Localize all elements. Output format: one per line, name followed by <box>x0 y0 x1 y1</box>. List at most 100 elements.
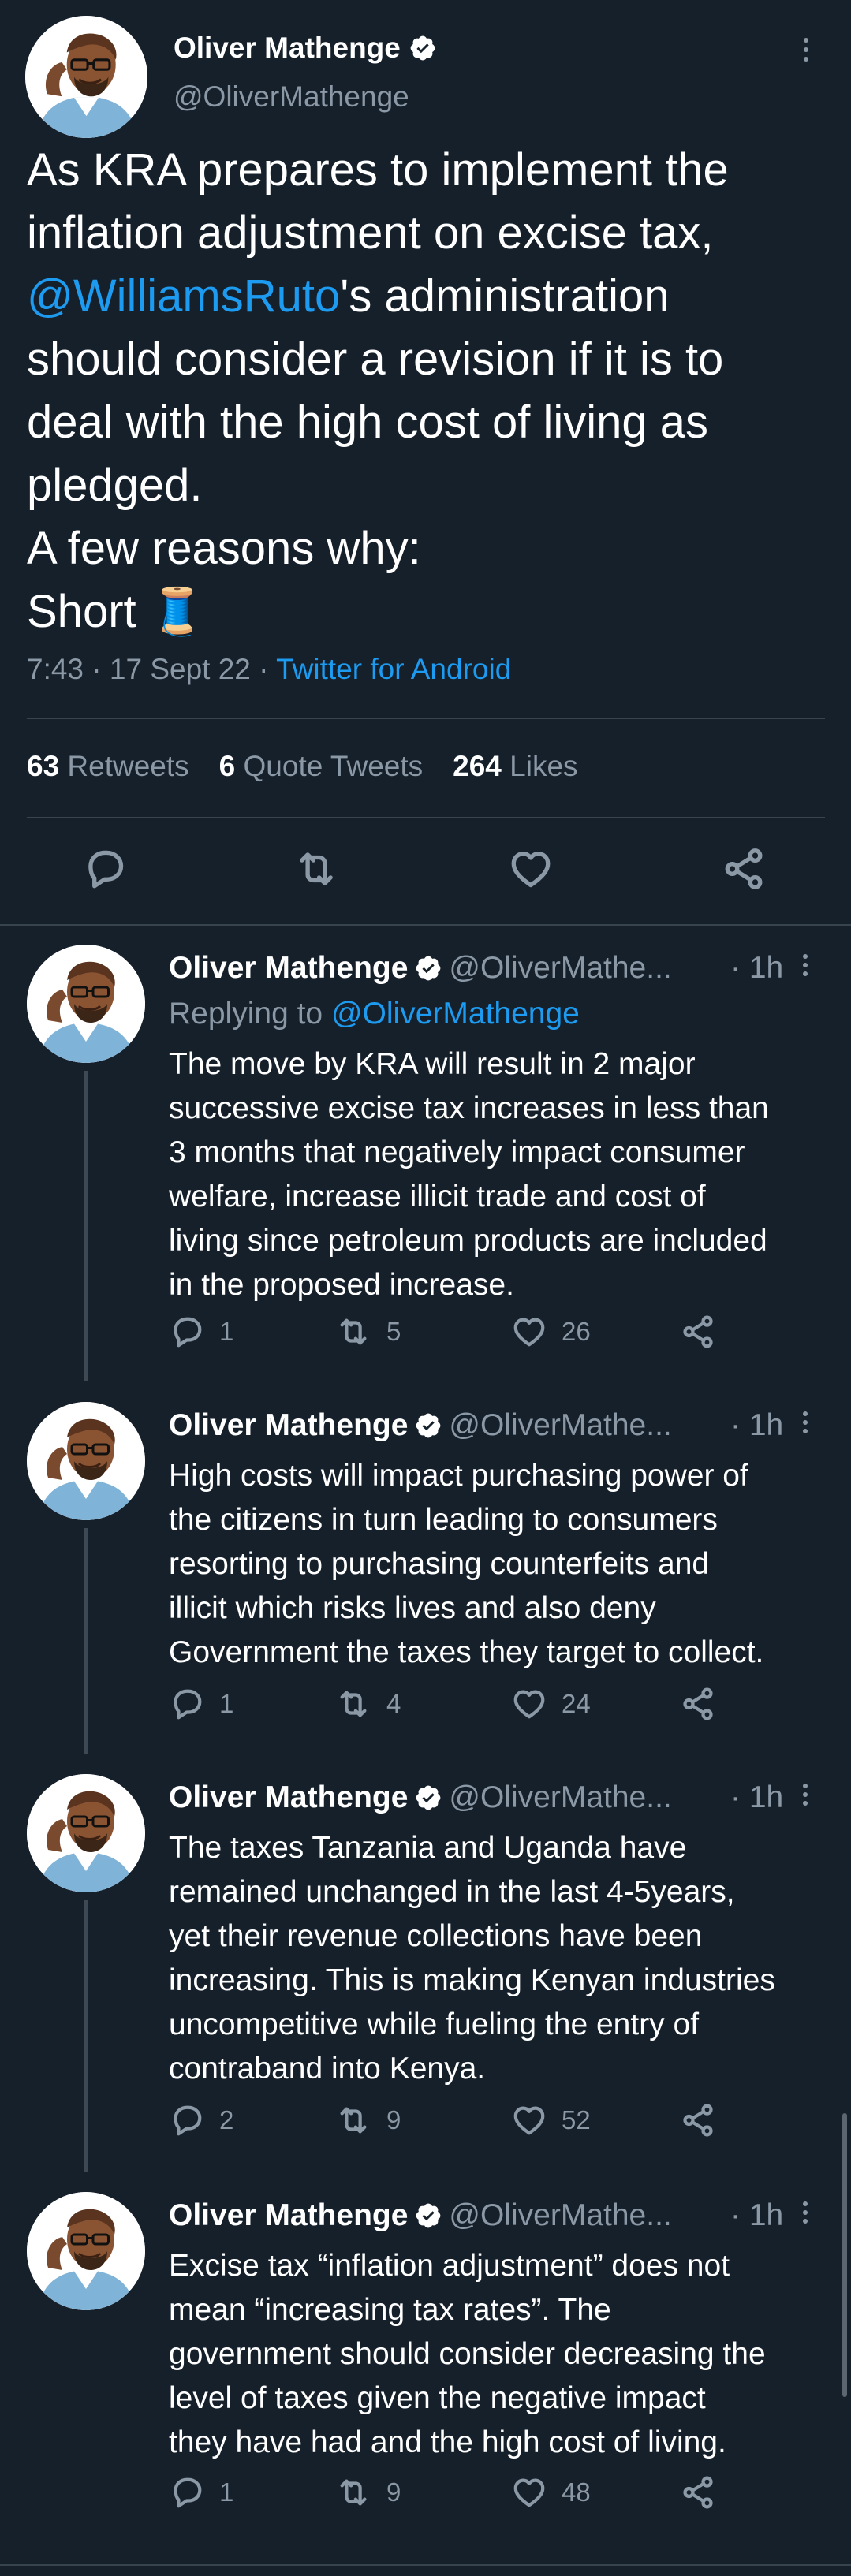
share-icon <box>680 2474 716 2511</box>
tweet-line: A few reasons why: <box>27 523 421 574</box>
quotes-stat[interactable]: 6 Quote Tweets <box>219 750 423 783</box>
tweet-line: As KRA prepares to implement the <box>27 144 729 196</box>
reply-button[interactable]: 1 <box>169 2474 233 2511</box>
reply-text: Excise tax “inflation adjustment” does n… <box>169 2249 766 2459</box>
reply-icon <box>82 846 128 892</box>
like-button[interactable]: 48 <box>511 2474 591 2511</box>
main-tweet: Oliver Mathenge @OliverMathenge As KRA p… <box>0 0 851 924</box>
retweet-button[interactable] <box>292 846 341 896</box>
share-icon <box>680 1314 716 1350</box>
reply-actions: 1 4 24 <box>169 1686 816 1725</box>
reply-button[interactable]: 2 <box>169 2102 233 2138</box>
author-name[interactable]: Oliver Mathenge <box>169 2198 408 2233</box>
tweet-meta: 7:43 · 17 Sept 22 · Twitter for Android <box>27 653 511 686</box>
divider <box>0 2564 851 2566</box>
author-name[interactable]: Oliver Mathenge <box>169 1780 408 1815</box>
retweet-count: 9 <box>386 2477 401 2507</box>
author-name-text[interactable]: Oliver Mathenge <box>174 32 401 65</box>
avatar[interactable] <box>27 1774 145 1892</box>
reply-icon <box>169 1686 205 1722</box>
share-button[interactable] <box>680 2102 716 2138</box>
reply-count: 1 <box>219 1689 234 1718</box>
heart-icon <box>511 1686 547 1722</box>
author-handle[interactable]: @OliverMathe... <box>449 2198 671 2233</box>
reply-button[interactable] <box>82 846 128 896</box>
tweet-line: should consider a revision if it is to <box>27 334 724 385</box>
author-name[interactable]: Oliver Mathenge <box>169 951 408 986</box>
more-options-icon[interactable] <box>804 38 808 62</box>
reply-text: High costs will impact purchasing power … <box>169 1459 764 1669</box>
share-icon <box>721 846 767 892</box>
reply-text: The taxes Tanzania and Uganda have remai… <box>169 1831 775 2086</box>
verified-badge-icon <box>414 954 442 982</box>
verified-badge-icon <box>414 2201 442 2230</box>
avatar[interactable] <box>25 16 147 138</box>
tweet-line: deal with the high cost of living as <box>27 397 709 448</box>
author-handle[interactable]: @OliverMathe... <box>449 1408 671 1443</box>
like-count: 26 <box>562 1317 591 1346</box>
mention-link[interactable]: @OliverMathenge <box>331 997 580 1031</box>
retweets-stat[interactable]: 63 Retweets <box>27 750 189 783</box>
reply-count: 1 <box>219 2477 234 2507</box>
reply-time[interactable]: · 1h <box>730 951 783 986</box>
retweet-button[interactable]: 5 <box>334 1314 401 1350</box>
more-options-icon[interactable] <box>803 1411 808 1433</box>
more-options-icon[interactable] <box>803 954 808 976</box>
share-button[interactable] <box>680 1686 716 1722</box>
mention-link[interactable]: @WilliamsRuto <box>27 270 340 322</box>
more-options-icon[interactable] <box>803 2201 808 2224</box>
reply-header: Oliver Mathenge @OliverMathe... · 1h <box>169 1408 783 1443</box>
reply-time[interactable]: · 1h <box>730 1780 783 1815</box>
tweet-timestamp[interactable]: 7:43 · 17 Sept 22 · <box>27 653 276 685</box>
verified-badge-icon <box>414 1411 442 1440</box>
scrollbar[interactable] <box>842 2113 847 2397</box>
reply-time[interactable]: · 1h <box>730 1408 783 1443</box>
author-handle[interactable]: @OliverMathenge <box>174 80 409 114</box>
replying-to: Replying to @OliverMathenge <box>169 997 580 1031</box>
reply-button[interactable]: 1 <box>169 1314 233 1350</box>
share-button[interactable] <box>680 2474 716 2511</box>
reply-tweet[interactable]: Oliver Mathenge @OliverMathe... · 1h The… <box>0 1754 851 2172</box>
reply-icon <box>169 2102 205 2138</box>
author-name[interactable]: Oliver Mathenge <box>174 32 437 65</box>
like-button[interactable]: 52 <box>511 2102 591 2138</box>
reply-time[interactable]: · 1h <box>730 2198 783 2233</box>
verified-badge-icon <box>414 1784 442 1812</box>
retweet-button[interactable]: 9 <box>334 2474 401 2511</box>
retweet-icon <box>334 2474 372 2511</box>
reply-tweet[interactable]: Oliver Mathenge @OliverMathe... · 1h Exc… <box>0 2172 851 2550</box>
thread-connector <box>84 1900 88 2172</box>
reply-button[interactable]: 1 <box>169 1686 233 1722</box>
author-handle[interactable]: @OliverMathe... <box>449 951 671 986</box>
heart-icon <box>511 1314 547 1350</box>
like-button[interactable]: 26 <box>511 1314 591 1350</box>
author-name[interactable]: Oliver Mathenge <box>169 1408 408 1443</box>
reply-icon <box>169 2474 205 2511</box>
retweet-icon <box>292 846 341 892</box>
likes-stat[interactable]: 264 Likes <box>453 750 577 783</box>
avatar[interactable] <box>27 945 145 1063</box>
tweet-source[interactable]: Twitter for Android <box>276 653 511 685</box>
divider <box>27 718 825 719</box>
avatar[interactable] <box>27 2192 145 2310</box>
like-button[interactable]: 24 <box>511 1686 591 1722</box>
avatar[interactable] <box>27 1402 145 1520</box>
reply-count: 1 <box>219 1317 234 1346</box>
heart-icon <box>508 846 554 892</box>
reply-tweet[interactable]: Oliver Mathenge @OliverMathe... · 1h Hig… <box>0 1381 851 1754</box>
like-count: 24 <box>562 1689 591 1718</box>
reply-header: Oliver Mathenge @OliverMathe... · 1h <box>169 2198 783 2233</box>
share-button[interactable] <box>680 1314 716 1350</box>
retweet-button[interactable]: 4 <box>334 1686 401 1722</box>
like-button[interactable] <box>508 846 554 896</box>
more-options-icon[interactable] <box>803 1784 808 1806</box>
retweet-count: 4 <box>386 1689 401 1718</box>
verified-badge-icon <box>409 34 437 62</box>
reply-tweet[interactable]: Oliver Mathenge @OliverMathe... · 1h Rep… <box>0 924 851 1381</box>
retweet-button[interactable]: 9 <box>334 2102 401 2138</box>
author-handle[interactable]: @OliverMathe... <box>449 1780 671 1815</box>
share-button[interactable] <box>721 846 767 896</box>
share-icon <box>680 2102 716 2138</box>
retweet-icon <box>334 1314 372 1350</box>
tweet-line: pledged. <box>27 460 203 511</box>
